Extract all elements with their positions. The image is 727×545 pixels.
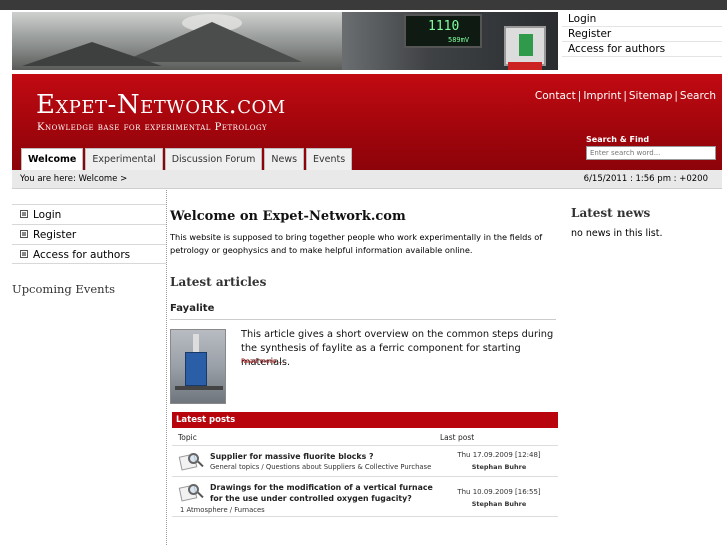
latest-posts-heading: Latest posts bbox=[172, 412, 558, 428]
post-category[interactable]: General topics / Questions about Supplie… bbox=[210, 463, 431, 471]
sidebar-item-login[interactable]: Login bbox=[12, 204, 166, 224]
latest-posts: Latest posts Topic Last post Supplier fo… bbox=[172, 412, 558, 517]
breadcrumb-bar: You are here: Welcome > 6/15/2011 : 1:56… bbox=[12, 170, 722, 189]
no-news-text: no news in this list. bbox=[571, 228, 663, 239]
mountain-shape bbox=[22, 42, 162, 66]
site-title[interactable]: Expet-Network.com bbox=[36, 90, 286, 120]
main-content: Welcome on Expet-Network.com This websit… bbox=[170, 204, 558, 517]
post-author[interactable]: Stephan Buhre bbox=[440, 463, 558, 471]
post-title-link[interactable]: Supplier for massive fluorite blocks ? bbox=[210, 451, 436, 462]
top-register-link[interactable]: Register bbox=[562, 27, 722, 42]
tab-events[interactable]: Events bbox=[306, 148, 353, 170]
article-summary: This article gives a short overview on t… bbox=[241, 329, 554, 368]
latest-articles-heading: Latest articles bbox=[170, 275, 267, 289]
table-row: Supplier for massive fluorite blocks ? G… bbox=[172, 446, 558, 477]
left-nav: Login Register Access for authors bbox=[12, 204, 166, 264]
search-input[interactable] bbox=[586, 146, 716, 160]
contact-link[interactable]: Contact bbox=[535, 90, 576, 102]
meta-links: Contact | Imprint | Sitemap | Search bbox=[534, 90, 716, 102]
top-login-link[interactable]: Login bbox=[562, 12, 722, 27]
tab-welcome[interactable]: Welcome bbox=[21, 148, 84, 170]
tab-discussion-forum[interactable]: Discussion Forum bbox=[164, 148, 263, 170]
upcoming-events-heading: Upcoming Events bbox=[12, 282, 116, 296]
sidebar-item-register[interactable]: Register bbox=[12, 224, 166, 244]
lab-display: 1110 589mV bbox=[404, 14, 482, 48]
intro-text: This website is supposed to bring togeth… bbox=[170, 232, 543, 255]
post-title-link[interactable]: Drawings for the modification of a verti… bbox=[210, 482, 436, 504]
search-link[interactable]: Search bbox=[680, 90, 716, 102]
latest-news-heading: Latest news bbox=[571, 206, 651, 220]
col-last-post: Last post bbox=[440, 433, 475, 442]
lab-switch bbox=[504, 26, 546, 66]
posts-column-headers: Topic Last post bbox=[172, 428, 558, 446]
article-teaser: This article gives a short overview on t… bbox=[170, 329, 556, 405]
main-tabs: Welcome Experimental Discussion Forum Ne… bbox=[21, 148, 354, 170]
top-quick-links: Login Register Access for authors bbox=[562, 12, 722, 57]
article-title[interactable]: Fayalite bbox=[170, 303, 556, 320]
bullet-box-icon bbox=[20, 210, 28, 218]
sidebar-item-label: Access for authors bbox=[33, 249, 131, 261]
welcome-title: Welcome on Expet-Network.com bbox=[170, 209, 406, 224]
right-sidebar: Latest news no news in this list. bbox=[565, 204, 723, 239]
column-divider bbox=[166, 190, 167, 545]
imprint-link[interactable]: Imprint bbox=[583, 90, 621, 102]
bullet-box-icon bbox=[20, 230, 28, 238]
table-row: Drawings for the modification of a verti… bbox=[172, 477, 558, 517]
tab-experimental[interactable]: Experimental bbox=[85, 148, 163, 170]
sidebar-item-access-authors[interactable]: Access for authors bbox=[12, 244, 166, 264]
sidebar-item-label: Register bbox=[33, 229, 77, 241]
left-sidebar: Login Register Access for authors Upcomi… bbox=[12, 204, 166, 296]
lab-display-small: 589mV bbox=[448, 36, 470, 44]
top-rim bbox=[0, 0, 727, 10]
lab-switch-label bbox=[508, 62, 542, 70]
lab-display-readout: 1110 bbox=[428, 19, 460, 34]
post-category[interactable]: 1 Atmosphere / Furnaces bbox=[180, 506, 265, 514]
bullet-box-icon bbox=[20, 250, 28, 258]
magnifier-icon bbox=[178, 452, 204, 471]
page: 1110 589mV Login Register Access for aut… bbox=[0, 0, 727, 545]
col-topic: Topic bbox=[178, 433, 197, 442]
read-more-link[interactable]: Read more ... bbox=[241, 357, 285, 365]
breadcrumb[interactable]: You are here: Welcome > bbox=[20, 174, 127, 184]
post-date: Thu 10.09.2009 [16:55] bbox=[457, 488, 541, 496]
post-date: Thu 17.09.2009 [12:48] bbox=[457, 451, 541, 459]
magnifier-icon bbox=[178, 483, 204, 502]
site-subtitle: Knowledge base for experimental Petrolog… bbox=[37, 122, 268, 133]
tab-news[interactable]: News bbox=[264, 148, 305, 170]
post-author[interactable]: Stephan Buhre bbox=[440, 500, 558, 508]
header-banner-photo: 1110 589mV bbox=[12, 12, 558, 70]
search-label: Search & Find bbox=[586, 135, 650, 144]
sitemap-link[interactable]: Sitemap bbox=[629, 90, 673, 102]
top-access-authors-link[interactable]: Access for authors bbox=[562, 42, 722, 57]
current-datetime: 6/15/2011 : 1:56 pm : +0200 bbox=[583, 174, 708, 184]
article-thumbnail[interactable] bbox=[170, 329, 226, 404]
sidebar-item-label: Login bbox=[33, 209, 62, 221]
